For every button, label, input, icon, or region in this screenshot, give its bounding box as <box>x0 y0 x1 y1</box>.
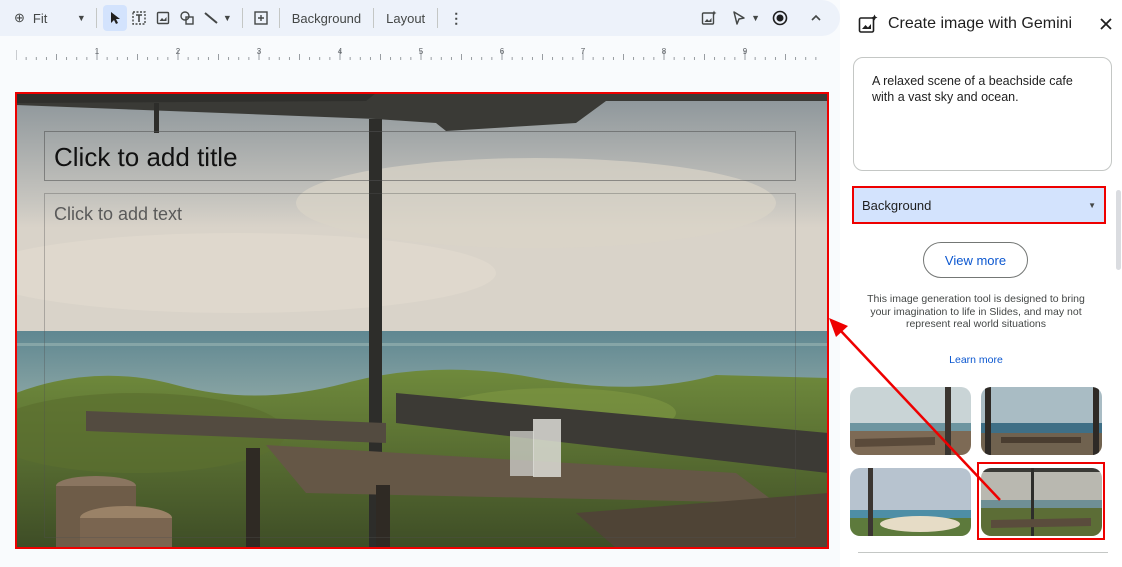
record-button[interactable] <box>768 5 792 31</box>
dropdown-arrow-icon: ▼ <box>76 13 86 23</box>
record-icon <box>772 10 788 26</box>
gemini-image-button[interactable] <box>697 5 721 31</box>
title-placeholder[interactable]: Click to add title <box>44 131 796 181</box>
ruler-number: 4 <box>338 47 343 56</box>
view-more-button[interactable]: View more <box>923 242 1028 278</box>
zoom-label: Fit <box>32 10 48 26</box>
gemini-image-icon <box>701 10 717 25</box>
toolbar-divider <box>95 8 97 28</box>
pointer-icon <box>733 11 745 25</box>
close-panel-button[interactable] <box>1094 12 1118 36</box>
toolbar-divider <box>373 8 375 28</box>
panel-header: Create image with Gemini <box>858 10 1118 38</box>
shapes-icon <box>180 11 194 25</box>
toolbar-divider <box>278 8 280 28</box>
thumbnail-highlight-box <box>977 462 1105 540</box>
panel-title: Create image with Gemini <box>888 15 1073 32</box>
more-vert-icon: ⋮ <box>449 9 464 26</box>
background-button[interactable]: Background <box>286 11 367 26</box>
ruler-number: 8 <box>662 47 667 56</box>
toolbar: ⊕ Fit ▼ ▼ Background Layout ⋮ ▼ <box>0 0 840 36</box>
style-dropdown-value: Background <box>862 197 932 213</box>
ruler-number: 6 <box>500 47 505 56</box>
toolbar-divider <box>437 8 439 28</box>
prompt-textarea[interactable]: A relaxed scene of a beachside cafe with… <box>853 57 1112 171</box>
ruler-number: 1 <box>95 47 100 56</box>
generated-image-thumbnail[interactable] <box>850 468 971 536</box>
close-icon <box>1100 18 1112 30</box>
toolbar-divider <box>241 8 243 28</box>
layout-button[interactable]: Layout <box>380 11 431 26</box>
ruler-number: 7 <box>581 47 586 56</box>
generated-image-thumbnail[interactable] <box>981 387 1102 455</box>
insert-image-button[interactable] <box>151 5 175 31</box>
select-tool-button[interactable] <box>102 5 127 31</box>
panel-divider <box>858 552 1108 553</box>
collapse-toolbar-button[interactable] <box>804 5 828 31</box>
ruler-number: 9 <box>743 47 748 56</box>
ruler-number: 5 <box>419 47 424 56</box>
collapse-icon <box>811 14 821 21</box>
learn-more-link[interactable]: Learn more <box>930 354 1022 366</box>
zoom-control[interactable]: ⊕ Fit ▼ <box>10 4 90 32</box>
pointer-tool-button[interactable]: ▼ <box>727 4 764 32</box>
text-box-button[interactable] <box>127 5 151 31</box>
text-box-icon <box>132 11 146 25</box>
line-tool-button[interactable]: ▼ <box>199 4 236 32</box>
image-icon <box>156 11 170 25</box>
zoom-icon: ⊕ <box>14 10 25 25</box>
select-cursor-icon <box>110 12 120 24</box>
gemini-image-icon <box>858 14 878 33</box>
add-comment-icon <box>254 11 268 25</box>
body-placeholder[interactable]: Click to add text <box>44 193 796 538</box>
style-dropdown[interactable]: Background ▼ <box>852 186 1106 224</box>
panel-scrollbar[interactable] <box>1116 190 1121 270</box>
ruler-number: 2 <box>176 47 181 56</box>
horizontal-ruler: 1 2 3 4 5 6 7 8 9 <box>15 44 826 60</box>
disclaimer-text: This image generation tool is designed t… <box>867 293 1085 330</box>
generated-image-thumbnail[interactable] <box>850 387 971 455</box>
line-icon <box>204 12 218 24</box>
shapes-button[interactable] <box>175 5 199 31</box>
dropdown-arrow-icon: ▼ <box>1088 200 1096 210</box>
more-options-button[interactable]: ⋮ <box>444 5 468 31</box>
ruler-number: 3 <box>257 47 262 56</box>
dropdown-arrow-icon: ▼ <box>222 13 232 23</box>
add-comment-button[interactable] <box>249 5 273 31</box>
dropdown-arrow-icon: ▼ <box>751 13 760 23</box>
